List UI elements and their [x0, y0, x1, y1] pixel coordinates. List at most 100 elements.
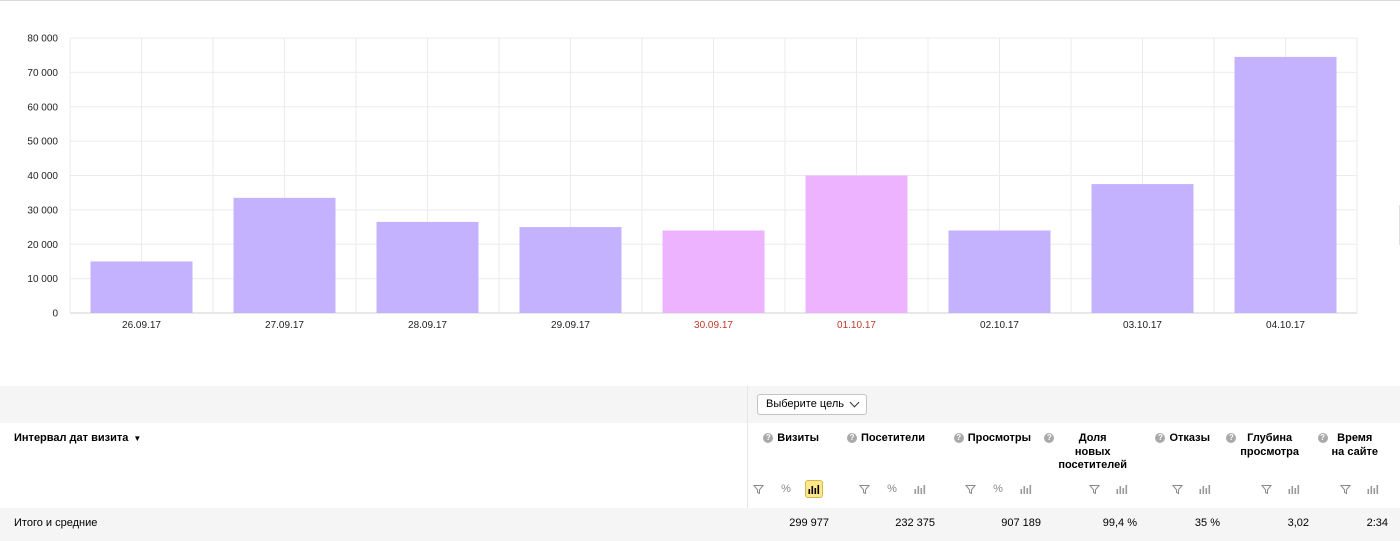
total-value: 99,4 % — [1102, 517, 1137, 529]
metric-header-line: на сайте — [1331, 445, 1378, 458]
goal-select-label: Выберите цель — [766, 398, 844, 410]
bar — [662, 230, 765, 313]
metric-header-label: Глубина просмотра — [1240, 432, 1299, 459]
bar — [233, 197, 336, 313]
metric-header[interactable]: ? Визиты — [763, 432, 819, 446]
percent-icon[interactable]: % — [883, 480, 901, 498]
x-tick-label: 04.10.17 — [1266, 320, 1305, 331]
metric-tools: % — [749, 480, 823, 498]
total-value: 35 % — [1194, 517, 1220, 529]
chevron-down-icon — [849, 397, 860, 408]
filter-icon[interactable] — [961, 480, 979, 498]
filter-icon[interactable] — [1085, 480, 1103, 498]
metric-header-label: Доля новых посетителей — [1058, 432, 1127, 473]
metric-header-line: Глубина — [1247, 432, 1293, 444]
metric-header-label: Посетители — [861, 432, 925, 446]
total-value: 299 977 — [789, 517, 829, 529]
totals-label: Итого и средние — [14, 517, 98, 529]
metric-header-label: Время на сайте — [1332, 432, 1378, 459]
metric-header-line: Визиты — [777, 432, 819, 444]
question-icon[interactable]: ? — [763, 433, 774, 443]
y-tick-label: 40 000 — [27, 171, 58, 182]
bar-chart: 0 10 000 20 000 30 000 40 000 50 000 60 000 70 … — [27, 34, 1358, 331]
metric-header-label: Отказы — [1169, 432, 1210, 446]
caret-down-icon: ▼ — [133, 433, 142, 443]
bar-chart-icon[interactable] — [805, 480, 823, 498]
filter-icon[interactable] — [1336, 480, 1354, 498]
metric-header-line: Доля — [1078, 432, 1107, 444]
metric-header[interactable]: ? Доля новых посетителей — [1044, 432, 1127, 473]
bar-chart-icon[interactable] — [1113, 480, 1131, 498]
y-tick-label: 0 — [52, 309, 58, 320]
metric-tools — [1336, 480, 1382, 498]
metric-header[interactable]: ? Время на сайте — [1317, 432, 1378, 459]
metric-tools — [1085, 480, 1131, 498]
bar — [948, 230, 1051, 313]
question-icon[interactable]: ? — [1226, 433, 1237, 443]
bar — [90, 261, 193, 313]
metric-header[interactable]: ? Просмотры — [953, 432, 1031, 446]
bar — [376, 221, 479, 313]
total-value: 907 189 — [1001, 517, 1041, 529]
table-toolbar — [0, 386, 1400, 423]
bar-chart-icon[interactable] — [1196, 480, 1214, 498]
total-value: 3,02 — [1287, 517, 1309, 529]
bar — [805, 175, 908, 313]
goal-select-button[interactable]: Выберите цель — [757, 394, 867, 415]
metric-header-line: просмотра — [1240, 445, 1299, 458]
y-tick-label: 60 000 — [27, 102, 58, 113]
x-tick-label: 27.09.17 — [265, 320, 304, 331]
y-tick-label: 50 000 — [27, 137, 58, 148]
bar-chart-icon[interactable] — [1364, 480, 1382, 498]
y-tick-label: 10 000 — [27, 274, 58, 285]
metric-header-line: Посетители — [861, 432, 925, 444]
metric-header-line: посетителей — [1058, 459, 1127, 471]
metric-tools: % — [961, 480, 1035, 498]
bar-chart-icon[interactable] — [1017, 480, 1035, 498]
metric-tools: % — [855, 480, 929, 498]
x-tick-label: 03.10.17 — [1123, 320, 1162, 331]
metric-tools — [1257, 480, 1303, 498]
metric-header-line: новых — [1074, 445, 1111, 458]
x-tick-label: 26.09.17 — [122, 320, 161, 331]
bar — [1091, 184, 1194, 313]
metric-header-line: Отказы — [1169, 432, 1210, 444]
toolbar-separator — [747, 386, 748, 423]
metric-tools — [1168, 480, 1214, 498]
question-icon[interactable]: ? — [847, 433, 858, 443]
filter-icon[interactable] — [1168, 480, 1186, 498]
x-tick-label: 29.09.17 — [551, 320, 590, 331]
bar-chart-icon[interactable] — [1285, 480, 1303, 498]
y-tick-label: 30 000 — [27, 205, 58, 216]
metric-header-label: Визиты — [777, 432, 819, 446]
metric-header-label: Просмотры — [968, 432, 1031, 446]
metric-header-line: Просмотры — [967, 432, 1031, 444]
y-tick-label: 70 000 — [27, 68, 58, 79]
bar — [1234, 56, 1337, 313]
metric-header[interactable]: ? Глубина просмотра — [1226, 432, 1299, 459]
question-icon[interactable]: ? — [1155, 433, 1166, 443]
dimension-header[interactable]: Интервал дат визита ▼ — [14, 432, 141, 444]
x-tick-label: 30.09.17 — [694, 320, 733, 331]
filter-icon[interactable] — [749, 480, 767, 498]
question-icon[interactable]: ? — [1044, 433, 1055, 443]
dimension-header-label: Интервал дат визита — [14, 432, 129, 444]
x-tick-label: 02.10.17 — [980, 320, 1019, 331]
y-tick-label: 80 000 — [27, 34, 58, 45]
y-tick-label: 20 000 — [27, 240, 58, 251]
filter-icon[interactable] — [1257, 480, 1275, 498]
percent-icon[interactable]: % — [989, 480, 1007, 498]
metric-header[interactable]: ? Посетители — [847, 432, 925, 446]
total-value: 232 375 — [895, 517, 935, 529]
percent-icon[interactable]: % — [777, 480, 795, 498]
bar-chart-icon[interactable] — [911, 480, 929, 498]
filter-icon[interactable] — [855, 480, 873, 498]
x-tick-label: 28.09.17 — [408, 320, 447, 331]
bar — [519, 227, 622, 313]
x-tick-label: 01.10.17 — [837, 320, 876, 331]
metric-header-line: Время — [1337, 432, 1373, 444]
question-icon[interactable]: ? — [1317, 433, 1328, 443]
metric-header[interactable]: ? Отказы — [1155, 432, 1210, 446]
total-value: 2:34 — [1366, 517, 1388, 529]
question-icon[interactable]: ? — [953, 433, 964, 443]
